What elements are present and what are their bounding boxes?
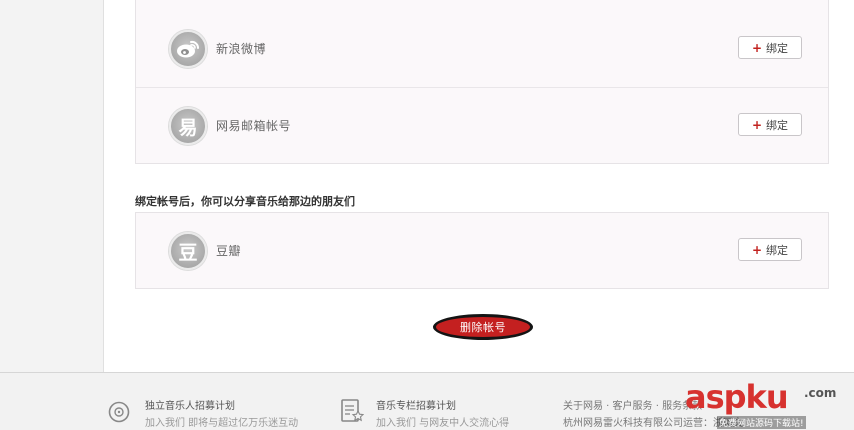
bind-accounts-panel: 新浪微博 + 绑定 易 网易邮箱帐号 + 绑定 — [135, 0, 829, 164]
plus-icon: + — [751, 242, 763, 257]
watermark-suffix: .com — [804, 386, 837, 400]
bind-button-label: 绑定 — [766, 118, 789, 132]
delete-account-button[interactable]: 删除帐号 — [433, 314, 533, 340]
bind-netease-mail-button[interactable]: + 绑定 — [738, 113, 802, 136]
weibo-icon — [169, 30, 207, 68]
bind-weibo-button[interactable]: + 绑定 — [738, 36, 802, 59]
plus-icon: + — [751, 117, 763, 132]
footer-item2-title[interactable]: 音乐专栏招募计划 — [376, 397, 456, 412]
footer-item1-desc: 加入我们 即将与超过亿万乐迷互动 — [145, 418, 299, 429]
watermark-logo: aspku .com 免费网站源码下载站! — [675, 376, 854, 430]
badge-char: 豆 — [178, 241, 198, 264]
bind-douban-button[interactable]: + 绑定 — [738, 238, 802, 261]
account-row-netease-mail: 易 网易邮箱帐号 + 绑定 — [136, 87, 828, 163]
account-name-weibo: 新浪微博 — [216, 42, 267, 56]
account-name-netease-mail: 网易邮箱帐号 — [216, 119, 292, 133]
watermark-text: aspku — [685, 378, 789, 416]
netease-mail-icon: 易 — [169, 107, 207, 145]
disc-icon — [108, 401, 130, 423]
douban-icon: 豆 — [169, 232, 207, 270]
left-sidebar — [0, 0, 104, 372]
bind-button-label: 绑定 — [766, 243, 789, 257]
delete-account-label: 删除帐号 — [460, 321, 506, 334]
account-row-douban: 豆 豆瓣 + 绑定 — [136, 213, 828, 289]
footer-item1-title[interactable]: 独立音乐人招募计划 — [145, 397, 235, 412]
share-accounts-panel: 豆 豆瓣 + 绑定 — [135, 212, 829, 289]
footer-item2-desc: 加入我们 与网友中人交流心得 — [376, 418, 510, 429]
badge-char: 易 — [178, 116, 198, 139]
account-row-weibo: 新浪微博 + 绑定 — [136, 11, 828, 87]
share-section-title: 绑定帐号后，你可以分享音乐给那边的朋友们 — [135, 195, 355, 208]
bind-button-label: 绑定 — [766, 41, 789, 55]
article-star-icon — [341, 399, 364, 422]
watermark-sub: 免费网站源码下载站! — [717, 416, 806, 429]
plus-icon: + — [751, 40, 763, 55]
account-name-douban: 豆瓣 — [216, 244, 242, 258]
